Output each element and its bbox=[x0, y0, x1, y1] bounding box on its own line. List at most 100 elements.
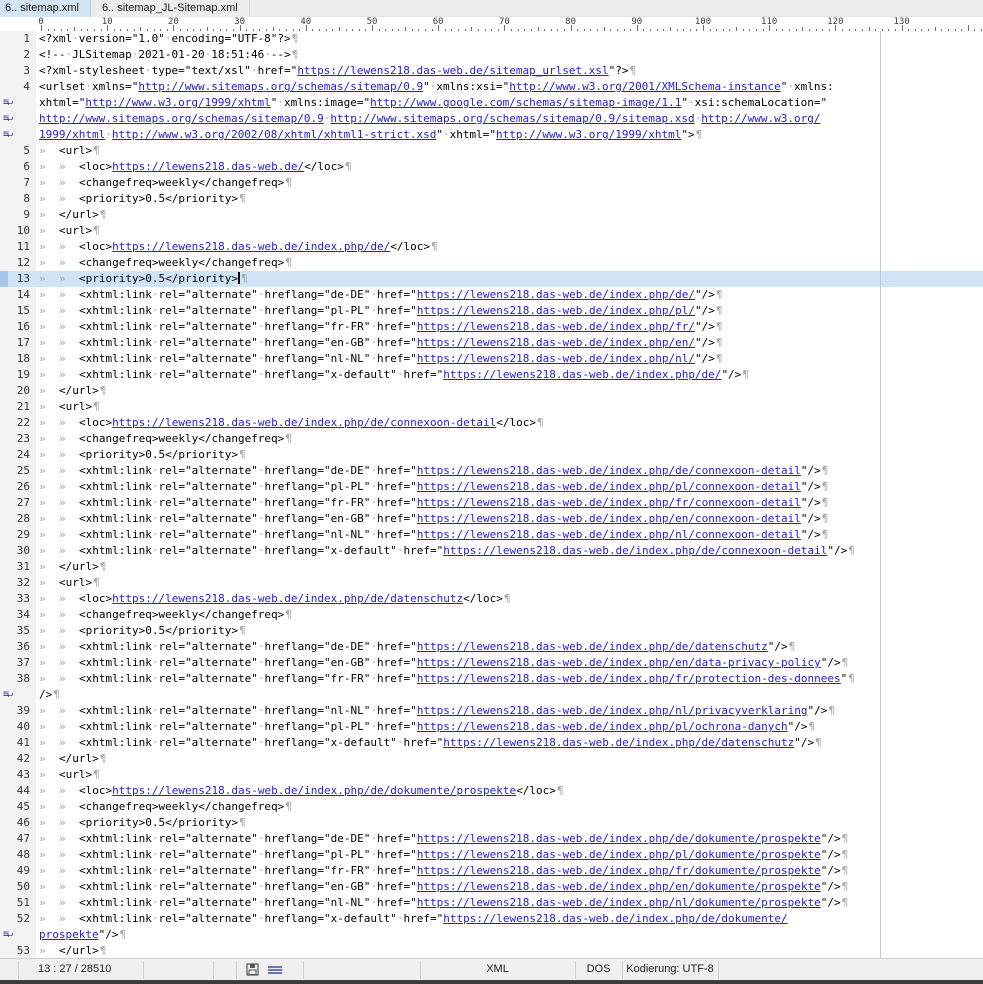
code-line-text[interactable]: »<url>¶ bbox=[36, 767, 983, 783]
code-line-text[interactable]: />¶ bbox=[36, 687, 983, 703]
code-line-text[interactable]: »»<loc>https://lewens218.das-web.de/inde… bbox=[36, 415, 983, 431]
url-link[interactable]: http://www.w3.org/ bbox=[701, 112, 820, 125]
code-line-text[interactable]: »»<xhtml:link·rel="alternate"·hreflang="… bbox=[36, 351, 983, 367]
code-line-text[interactable]: »»<xhtml:link·rel="alternate"·hreflang="… bbox=[36, 879, 983, 895]
code-line-text[interactable]: »<url>¶ bbox=[36, 223, 983, 239]
url-link[interactable]: https://lewens218.das-web.de/index.php/n… bbox=[417, 528, 801, 541]
code-line-text[interactable]: »»<changefreq>weekly</changefreq>¶ bbox=[36, 175, 983, 191]
url-link[interactable]: prospekte bbox=[39, 928, 99, 941]
code-line-text[interactable]: <?xml-stylesheet·type="text/xsl"·href="h… bbox=[36, 63, 983, 79]
url-link[interactable]: https://lewens218.das-web.de/index.php/p… bbox=[417, 480, 801, 493]
code-line-text[interactable]: »»<priority>0.5</priority>¶ bbox=[36, 623, 983, 639]
code-line-text[interactable]: <!--·JLSitemap·2021-01-20·18:51:46·-->¶ bbox=[36, 47, 983, 63]
url-link[interactable]: https://lewens218.das-web.de/index.php/d… bbox=[443, 736, 794, 749]
url-link[interactable]: https://lewens218.das-web.de/index.php/e… bbox=[417, 656, 821, 669]
code-line-text[interactable]: http://www.sitemaps.org/schemas/sitemap/… bbox=[36, 111, 983, 127]
url-link[interactable]: https://lewens218.das-web.de/index.php/n… bbox=[417, 896, 821, 909]
code-line-text[interactable]: »»<changefreq>weekly</changefreq>¶ bbox=[36, 607, 983, 623]
code-line-text[interactable]: »»<xhtml:link·rel="alternate"·hreflang="… bbox=[36, 703, 983, 719]
code-line-text[interactable]: xhtml="http://www.w3.org/1999/xhtml"·xml… bbox=[36, 95, 983, 111]
url-link[interactable]: https://lewens218.das-web.de/index.php/d… bbox=[443, 544, 827, 557]
code-line-text[interactable]: »»<xhtml:link·rel="alternate"·hreflang="… bbox=[36, 639, 983, 655]
code-line-text[interactable]: »»<xhtml:link·rel="alternate"·hreflang="… bbox=[36, 479, 983, 495]
url-link[interactable]: https://lewens218.das-web.de/index.php/n… bbox=[417, 704, 808, 717]
tab-1-active[interactable]: 6.. sitemap.xml bbox=[0, 0, 91, 17]
url-link[interactable]: https://lewens218.das-web.de/index.php/p… bbox=[417, 304, 695, 317]
url-link[interactable]: https://lewens218.das-web.de/index.php/d… bbox=[112, 240, 390, 253]
url-link[interactable]: https://lewens218.das-web.de/index.php/e… bbox=[417, 336, 695, 349]
url-link[interactable]: https://lewens218.das-web.de/index.php/d… bbox=[112, 784, 516, 797]
url-link[interactable]: https://lewens218.das-web.de/index.php/f… bbox=[417, 496, 801, 509]
url-link[interactable]: http://www.google.com/schemas/sitemap-im… bbox=[370, 96, 681, 109]
url-link[interactable]: https://lewens218.das-web.de/index.php/d… bbox=[417, 288, 695, 301]
url-link[interactable]: https://lewens218.das-web.de/index.php/d… bbox=[417, 464, 801, 477]
code-line-text[interactable]: »</url>¶ bbox=[36, 559, 983, 575]
code-editor[interactable]: 1<?xml·version="1.0"·encoding="UTF-8"?>¶… bbox=[0, 31, 983, 958]
code-line-text[interactable]: »»<xhtml:link·rel="alternate"·hreflang="… bbox=[36, 719, 983, 735]
code-line-text[interactable]: »»<loc>https://lewens218.das-web.de/inde… bbox=[36, 239, 983, 255]
code-line-text[interactable]: »»<xhtml:link·rel="alternate"·hreflang="… bbox=[36, 735, 983, 751]
code-line-text[interactable]: <urlset·xmlns="http://www.sitemaps.org/s… bbox=[36, 79, 983, 95]
code-line-text[interactable]: »»<xhtml:link·rel="alternate"·hreflang="… bbox=[36, 863, 983, 879]
url-link[interactable]: http://www.w3.org/2002/08/xhtml/xhtml1-s… bbox=[112, 128, 437, 141]
code-line-text[interactable]: »</url>¶ bbox=[36, 751, 983, 767]
code-line-text[interactable]: »<url>¶ bbox=[36, 399, 983, 415]
code-line-text[interactable]: »»<changefreq>weekly</changefreq>¶ bbox=[36, 255, 983, 271]
code-line-text[interactable]: »</url>¶ bbox=[36, 383, 983, 399]
url-link[interactable]: https://lewens218.das-web.de/ bbox=[112, 160, 304, 173]
code-line-text[interactable]: »»<xhtml:link·rel="alternate"·hreflang="… bbox=[36, 463, 983, 479]
url-link[interactable]: http://www.w3.org/1999/xhtml bbox=[85, 96, 270, 109]
url-link[interactable]: http://www.w3.org/2001/XMLSchema-instanc… bbox=[509, 80, 781, 93]
url-link[interactable]: https://lewens218.das-web.de/index.php/d… bbox=[112, 416, 496, 429]
code-line-text[interactable]: »»<xhtml:link·rel="alternate"·hreflang="… bbox=[36, 655, 983, 671]
code-line-text[interactable]: »<url>¶ bbox=[36, 575, 983, 591]
code-line-text[interactable]: »»<priority>0.5</priority>¶ bbox=[36, 191, 983, 207]
code-line-text[interactable]: »»<xhtml:link·rel="alternate"·hreflang="… bbox=[36, 543, 983, 559]
code-line-text[interactable]: »»<loc>https://lewens218.das-web.de/inde… bbox=[36, 783, 983, 799]
tab-2[interactable]: 6.. sitemap_JL-Sitemap.xml bbox=[91, 0, 250, 17]
code-line-text[interactable]: »</url>¶ bbox=[36, 207, 983, 223]
code-line-text[interactable]: »»<xhtml:link·rel="alternate"·hreflang="… bbox=[36, 511, 983, 527]
code-line-text[interactable]: »»<xhtml:link·rel="alternate"·hreflang="… bbox=[36, 527, 983, 543]
url-link[interactable]: https://lewens218.das-web.de/index.php/e… bbox=[417, 512, 801, 525]
code-line-text[interactable]: »»<xhtml:link·rel="alternate"·hreflang="… bbox=[36, 335, 983, 351]
url-link[interactable]: http://www.w3.org/1999/xhtml bbox=[496, 128, 681, 141]
code-line-text[interactable]: »»<xhtml:link·rel="alternate"·hreflang="… bbox=[36, 831, 983, 847]
url-link[interactable]: https://lewens218.das-web.de/index.php/n… bbox=[417, 352, 695, 365]
code-line-text[interactable]: »»<priority>0.5</priority>¶ bbox=[36, 271, 983, 287]
url-link[interactable]: https://lewens218.das-web.de/index.php/p… bbox=[417, 848, 821, 861]
code-line-text[interactable]: »»<priority>0.5</priority>¶ bbox=[36, 447, 983, 463]
url-link[interactable]: http://www.sitemaps.org/schemas/sitemap/… bbox=[39, 112, 324, 125]
code-line-text[interactable]: »</url>¶ bbox=[36, 943, 983, 959]
code-line-text[interactable]: »»<loc>https://lewens218.das-web.de/</lo… bbox=[36, 159, 983, 175]
code-line-text[interactable]: »»<xhtml:link·rel="alternate"·hreflang="… bbox=[36, 287, 983, 303]
url-link[interactable]: https://lewens218.das-web.de/index.php/f… bbox=[417, 320, 695, 333]
url-link[interactable]: https://lewens218.das-web.de/index.php/f… bbox=[417, 672, 841, 685]
url-link[interactable]: 1999/xhtml bbox=[39, 128, 105, 141]
code-line-text[interactable]: 1999/xhtml·http://www.w3.org/2002/08/xht… bbox=[36, 127, 983, 143]
code-line-text[interactable]: »»<xhtml:link·rel="alternate"·hreflang="… bbox=[36, 319, 983, 335]
url-link[interactable]: https://lewens218.das-web.de/sitemap_url… bbox=[297, 64, 608, 77]
code-line-text[interactable]: »»<changefreq>weekly</changefreq>¶ bbox=[36, 431, 983, 447]
code-line-text[interactable]: prospekte"/>¶ bbox=[36, 927, 983, 943]
code-line-text[interactable]: »»<xhtml:link·rel="alternate"·hreflang="… bbox=[36, 895, 983, 911]
url-link[interactable]: http://www.sitemaps.org/schemas/sitemap/… bbox=[138, 80, 423, 93]
code-line-text[interactable]: »»<xhtml:link·rel="alternate"·hreflang="… bbox=[36, 495, 983, 511]
code-line-text[interactable]: »»<priority>0.5</priority>¶ bbox=[36, 815, 983, 831]
url-link[interactable]: https://lewens218.das-web.de/index.php/f… bbox=[417, 864, 821, 877]
url-link[interactable]: http://www.sitemaps.org/schemas/sitemap/… bbox=[330, 112, 694, 125]
code-line-text[interactable]: »»<xhtml:link·rel="alternate"·hreflang="… bbox=[36, 847, 983, 863]
code-line-text[interactable]: »»<changefreq>weekly</changefreq>¶ bbox=[36, 799, 983, 815]
url-link[interactable]: https://lewens218.das-web.de/index.php/d… bbox=[112, 592, 463, 605]
code-line-text[interactable]: »»<xhtml:link·rel="alternate"·hreflang="… bbox=[36, 671, 983, 687]
code-line-text[interactable]: <?xml·version="1.0"·encoding="UTF-8"?>¶ bbox=[36, 31, 983, 47]
code-line-text[interactable]: »<url>¶ bbox=[36, 143, 983, 159]
url-link[interactable]: https://lewens218.das-web.de/index.php/d… bbox=[417, 640, 768, 653]
code-line-text[interactable]: »»<xhtml:link·rel="alternate"·hreflang="… bbox=[36, 303, 983, 319]
url-link[interactable]: https://lewens218.das-web.de/index.php/d… bbox=[443, 368, 721, 381]
code-line-text[interactable]: »»<xhtml:link·rel="alternate"·hreflang="… bbox=[36, 911, 983, 927]
url-link[interactable]: https://lewens218.das-web.de/index.php/e… bbox=[417, 880, 821, 893]
code-line-text[interactable]: »»<loc>https://lewens218.das-web.de/inde… bbox=[36, 591, 983, 607]
code-line-text[interactable]: »»<xhtml:link·rel="alternate"·hreflang="… bbox=[36, 367, 983, 383]
url-link[interactable]: https://lewens218.das-web.de/index.php/d… bbox=[417, 832, 821, 845]
